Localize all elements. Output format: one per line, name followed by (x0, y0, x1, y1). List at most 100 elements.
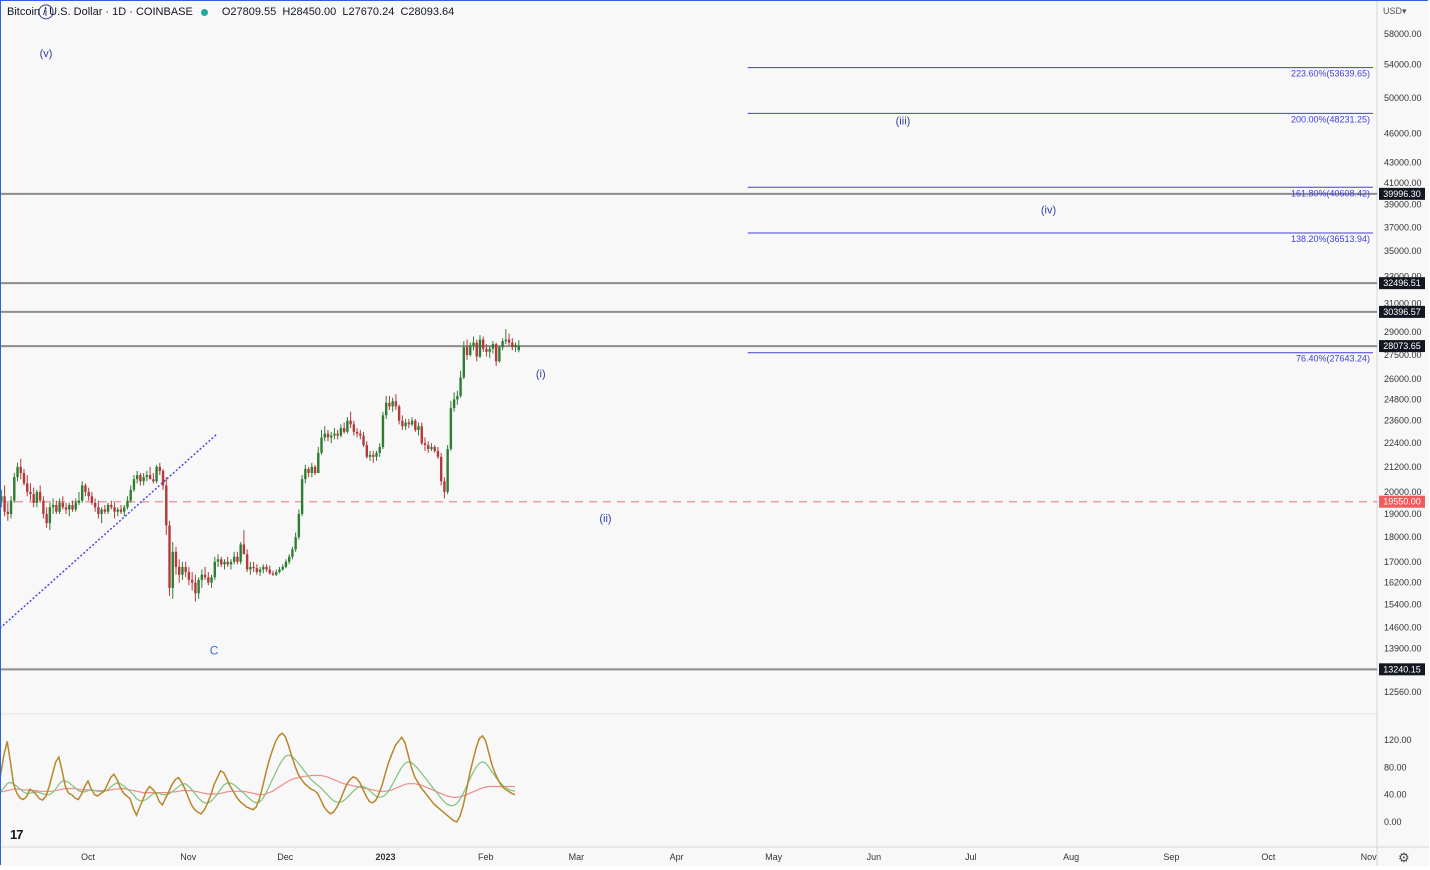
candle-body[interactable] (449, 408, 453, 449)
candle-body[interactable] (482, 339, 485, 349)
candle-body[interactable] (472, 342, 475, 346)
candle-body[interactable] (142, 477, 145, 482)
candle-body[interactable] (64, 507, 68, 510)
candle-body[interactable] (443, 481, 446, 492)
symbol-title[interactable]: Bitcoin / U.S. Dollar · 1D · COINBASE (7, 6, 193, 18)
candle-body[interactable] (456, 395, 459, 400)
candle-body[interactable] (388, 402, 391, 407)
candle-body[interactable] (123, 507, 126, 512)
candle-body[interactable] (514, 344, 517, 348)
candle-body[interactable] (430, 447, 433, 449)
candle-body[interactable] (384, 402, 388, 416)
candle-body[interactable] (194, 582, 197, 594)
candle-body[interactable] (469, 345, 472, 355)
candle-body[interactable] (55, 505, 58, 512)
candle-body[interactable] (262, 566, 265, 570)
candle-body[interactable] (291, 549, 294, 557)
candle-body[interactable] (197, 579, 200, 594)
candle-body[interactable] (213, 561, 216, 578)
candle-body[interactable] (119, 509, 123, 512)
candle-body[interactable] (161, 470, 165, 486)
candle-body[interactable] (478, 339, 482, 357)
candle-body[interactable] (155, 466, 158, 482)
candle-body[interactable] (152, 479, 155, 482)
candle-body[interactable] (326, 433, 330, 438)
candle-body[interactable] (1, 496, 3, 501)
candle-body[interactable] (375, 452, 378, 457)
candle-body[interactable] (304, 468, 307, 480)
candle-body[interactable] (29, 491, 32, 495)
candle-body[interactable] (84, 485, 87, 492)
candle-body[interactable] (6, 511, 10, 514)
candle-body[interactable] (452, 399, 456, 409)
candle-body[interactable] (97, 507, 100, 514)
candle-body[interactable] (19, 466, 22, 473)
candle-body[interactable] (433, 447, 436, 451)
candle-body[interactable] (71, 505, 74, 510)
candle-body[interactable] (80, 485, 84, 501)
candle-body[interactable] (342, 428, 346, 432)
candle-body[interactable] (485, 348, 488, 352)
candle-body[interactable] (268, 569, 271, 574)
candle-body[interactable] (436, 450, 440, 457)
candle-body[interactable] (287, 556, 291, 562)
candle-body[interactable] (365, 445, 368, 457)
candle-body[interactable] (135, 475, 139, 480)
candle-body[interactable] (110, 505, 113, 508)
candle-body[interactable] (103, 509, 107, 512)
candle-body[interactable] (139, 475, 142, 482)
candle-body[interactable] (32, 494, 35, 503)
candle-body[interactable] (190, 579, 194, 583)
candle-body[interactable] (414, 420, 417, 430)
candle-body[interactable] (504, 339, 508, 342)
candle-body[interactable] (275, 572, 278, 575)
candle-body[interactable] (216, 559, 220, 562)
candle-body[interactable] (333, 433, 336, 436)
candle-body[interactable] (210, 577, 213, 583)
candle-body[interactable] (271, 573, 275, 575)
candle-body[interactable] (51, 505, 55, 508)
candle-body[interactable] (232, 556, 236, 562)
candle-body[interactable] (16, 466, 19, 478)
candle-body[interactable] (187, 572, 191, 580)
candle-body[interactable] (507, 339, 511, 343)
candle-body[interactable] (174, 551, 178, 567)
candle-body[interactable] (255, 568, 259, 573)
candle-body[interactable] (220, 559, 223, 565)
candle-body[interactable] (349, 420, 352, 425)
candle-body[interactable] (488, 348, 491, 352)
candle-body[interactable] (391, 401, 394, 407)
candle-body[interactable] (410, 420, 414, 425)
candle-body[interactable] (378, 447, 381, 453)
candle-body[interactable] (330, 435, 333, 438)
candle-body[interactable] (3, 496, 6, 512)
candle-body[interactable] (427, 445, 430, 449)
candle-body[interactable] (439, 456, 443, 482)
candle-body[interactable] (203, 574, 207, 578)
candle-body[interactable] (258, 569, 262, 573)
candle-body[interactable] (42, 500, 45, 514)
candle-body[interactable] (352, 424, 356, 432)
candle-body[interactable] (61, 502, 64, 508)
candle-body[interactable] (459, 377, 462, 396)
candle-body[interactable] (74, 502, 77, 510)
candle-body[interactable] (113, 507, 116, 512)
candle-body[interactable] (381, 415, 385, 448)
candle-body[interactable] (100, 509, 103, 514)
candle-body[interactable] (13, 477, 16, 501)
candle-body[interactable] (223, 561, 226, 565)
candle-body[interactable] (229, 561, 233, 565)
candle-body[interactable] (423, 443, 427, 446)
candle-body[interactable] (178, 566, 181, 575)
candle-body[interactable] (475, 342, 478, 357)
candle-body[interactable] (320, 437, 323, 453)
candle-body[interactable] (9, 500, 13, 514)
candle-body[interactable] (294, 537, 297, 550)
candle-body[interactable] (297, 513, 301, 538)
candle-body[interactable] (148, 475, 152, 480)
candle-body[interactable] (242, 544, 246, 555)
candle-body[interactable] (207, 577, 210, 583)
candle-body[interactable] (407, 422, 411, 425)
candle-body[interactable] (362, 435, 365, 446)
candle-body[interactable] (165, 485, 168, 526)
